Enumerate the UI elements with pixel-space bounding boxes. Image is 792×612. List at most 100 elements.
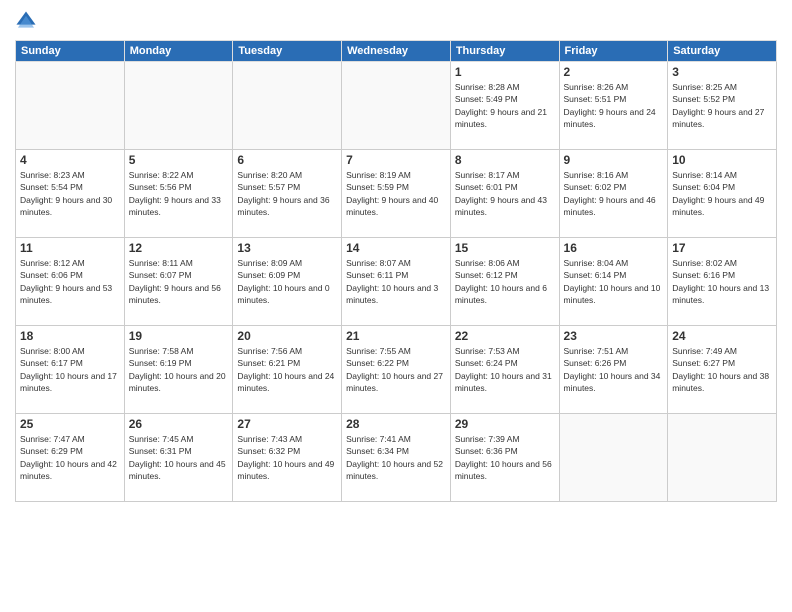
day-number: 19 [129, 329, 229, 343]
day-info: Sunrise: 8:22 AM Sunset: 5:56 PM Dayligh… [129, 169, 229, 218]
calendar-cell: 3 Sunrise: 8:25 AM Sunset: 5:52 PM Daylig… [668, 62, 777, 150]
calendar-cell [559, 414, 668, 502]
day-info: Sunrise: 8:17 AM Sunset: 6:01 PM Dayligh… [455, 169, 555, 218]
calendar-cell: 15 Sunrise: 8:06 AM Sunset: 6:12 PM Dayli… [450, 238, 559, 326]
day-info: Sunrise: 8:11 AM Sunset: 6:07 PM Dayligh… [129, 257, 229, 306]
day-info: Sunrise: 7:58 AM Sunset: 6:19 PM Dayligh… [129, 345, 229, 394]
day-number: 21 [346, 329, 446, 343]
day-number: 18 [20, 329, 120, 343]
calendar-cell: 5 Sunrise: 8:22 AM Sunset: 5:56 PM Daylig… [124, 150, 233, 238]
day-info: Sunrise: 7:56 AM Sunset: 6:21 PM Dayligh… [237, 345, 337, 394]
calendar-cell: 21Sunrise: 7:55 AM Sunset: 6:22 PM Dayli… [342, 326, 451, 414]
calendar-cell: 13 Sunrise: 8:09 AM Sunset: 6:09 PM Dayli… [233, 238, 342, 326]
calendar-cell: 14 Sunrise: 8:07 AM Sunset: 6:11 PM Dayli… [342, 238, 451, 326]
day-of-week-header: Sunday [16, 41, 125, 62]
calendar-week-row: 18 Sunrise: 8:00 AM Sunset: 6:17 PM Dayli… [16, 326, 777, 414]
day-of-week-header: Thursday [450, 41, 559, 62]
calendar-week-row: 11 Sunrise: 8:12 AM Sunset: 6:06 PM Dayli… [16, 238, 777, 326]
day-number: 15 [455, 241, 555, 255]
day-number: 3 [672, 65, 772, 79]
calendar-cell: 18 Sunrise: 8:00 AM Sunset: 6:17 PM Dayli… [16, 326, 125, 414]
calendar-cell: 11 Sunrise: 8:12 AM Sunset: 6:06 PM Dayli… [16, 238, 125, 326]
day-info: Sunrise: 8:07 AM Sunset: 6:11 PM Dayligh… [346, 257, 446, 306]
day-number: 17 [672, 241, 772, 255]
day-info: Sunrise: 8:14 AM Sunset: 6:04 PM Dayligh… [672, 169, 772, 218]
calendar-cell: 24Sunrise: 7:49 AM Sunset: 6:27 PM Dayli… [668, 326, 777, 414]
day-number: 6 [237, 153, 337, 167]
day-number: 10 [672, 153, 772, 167]
day-number: 8 [455, 153, 555, 167]
day-number: 13 [237, 241, 337, 255]
calendar-cell: 16 Sunrise: 8:04 AM Sunset: 6:14 PM Dayli… [559, 238, 668, 326]
day-info: Sunrise: 8:04 AM Sunset: 6:14 PM Dayligh… [564, 257, 664, 306]
day-number: 24 [672, 329, 772, 343]
day-number: 23 [564, 329, 664, 343]
day-number: 20 [237, 329, 337, 343]
calendar-cell: 23 Sunrise: 7:51 AM Sunset: 6:26 PM Dayli… [559, 326, 668, 414]
calendar-cell: 1 Sunrise: 8:28 AM Sunset: 5:49 PM Daylig… [450, 62, 559, 150]
day-info: Sunrise: 8:26 AM Sunset: 5:51 PM Dayligh… [564, 81, 664, 130]
calendar-cell: 12Sunrise: 8:11 AM Sunset: 6:07 PM Dayli… [124, 238, 233, 326]
day-number: 4 [20, 153, 120, 167]
day-info: Sunrise: 7:45 AM Sunset: 6:31 PM Dayligh… [129, 433, 229, 482]
day-info: Sunrise: 8:12 AM Sunset: 6:06 PM Dayligh… [20, 257, 120, 306]
day-info: Sunrise: 8:00 AM Sunset: 6:17 PM Dayligh… [20, 345, 120, 394]
day-number: 5 [129, 153, 229, 167]
day-info: Sunrise: 7:47 AM Sunset: 6:29 PM Dayligh… [20, 433, 120, 482]
day-info: Sunrise: 7:39 AM Sunset: 6:36 PM Dayligh… [455, 433, 555, 482]
day-info: Sunrise: 8:06 AM Sunset: 6:12 PM Dayligh… [455, 257, 555, 306]
day-number: 27 [237, 417, 337, 431]
calendar-cell: 8 Sunrise: 8:17 AM Sunset: 6:01 PM Daylig… [450, 150, 559, 238]
calendar-table: SundayMondayTuesdayWednesdayThursdayFrid… [15, 40, 777, 502]
calendar-cell [124, 62, 233, 150]
calendar-cell: 2 Sunrise: 8:26 AM Sunset: 5:51 PM Daylig… [559, 62, 668, 150]
day-number: 28 [346, 417, 446, 431]
day-info: Sunrise: 8:09 AM Sunset: 6:09 PM Dayligh… [237, 257, 337, 306]
day-info: Sunrise: 8:28 AM Sunset: 5:49 PM Dayligh… [455, 81, 555, 130]
calendar-cell [16, 62, 125, 150]
calendar-cell: 25 Sunrise: 7:47 AM Sunset: 6:29 PM Dayli… [16, 414, 125, 502]
day-of-week-header: Tuesday [233, 41, 342, 62]
day-number: 16 [564, 241, 664, 255]
day-info: Sunrise: 7:41 AM Sunset: 6:34 PM Dayligh… [346, 433, 446, 482]
calendar-cell: 28 Sunrise: 7:41 AM Sunset: 6:34 PM Dayli… [342, 414, 451, 502]
calendar-cell [233, 62, 342, 150]
day-info: Sunrise: 8:20 AM Sunset: 5:57 PM Dayligh… [237, 169, 337, 218]
calendar-cell: 19 Sunrise: 7:58 AM Sunset: 6:19 PM Dayli… [124, 326, 233, 414]
calendar-cell: 6 Sunrise: 8:20 AM Sunset: 5:57 PM Daylig… [233, 150, 342, 238]
calendar-cell: 7 Sunrise: 8:19 AM Sunset: 5:59 PM Daylig… [342, 150, 451, 238]
calendar-cell: 4Sunrise: 8:23 AM Sunset: 5:54 PM Daylig… [16, 150, 125, 238]
day-number: 7 [346, 153, 446, 167]
calendar-cell: 27 Sunrise: 7:43 AM Sunset: 6:32 PM Dayli… [233, 414, 342, 502]
day-info: Sunrise: 8:02 AM Sunset: 6:16 PM Dayligh… [672, 257, 772, 306]
day-info: Sunrise: 8:25 AM Sunset: 5:52 PM Dayligh… [672, 81, 772, 130]
day-info: Sunrise: 7:53 AM Sunset: 6:24 PM Dayligh… [455, 345, 555, 394]
calendar-cell [668, 414, 777, 502]
calendar-cell: 29Sunrise: 7:39 AM Sunset: 6:36 PM Dayli… [450, 414, 559, 502]
calendar-cell: 9Sunrise: 8:16 AM Sunset: 6:02 PM Daylig… [559, 150, 668, 238]
day-of-week-header: Wednesday [342, 41, 451, 62]
day-number: 11 [20, 241, 120, 255]
calendar-cell [342, 62, 451, 150]
calendar-cell: 10 Sunrise: 8:14 AM Sunset: 6:04 PM Dayli… [668, 150, 777, 238]
day-number: 1 [455, 65, 555, 79]
day-info: Sunrise: 7:51 AM Sunset: 6:26 PM Dayligh… [564, 345, 664, 394]
day-number: 25 [20, 417, 120, 431]
day-of-week-header: Friday [559, 41, 668, 62]
day-number: 22 [455, 329, 555, 343]
logo-icon [15, 10, 37, 32]
day-of-week-header: Monday [124, 41, 233, 62]
calendar-header-row: SundayMondayTuesdayWednesdayThursdayFrid… [16, 41, 777, 62]
day-info: Sunrise: 7:43 AM Sunset: 6:32 PM Dayligh… [237, 433, 337, 482]
day-info: Sunrise: 8:16 AM Sunset: 6:02 PM Dayligh… [564, 169, 664, 218]
logo [15, 10, 41, 32]
calendar-week-row: 1 Sunrise: 8:28 AM Sunset: 5:49 PM Daylig… [16, 62, 777, 150]
page-header [15, 10, 777, 32]
calendar-cell: 17 Sunrise: 8:02 AM Sunset: 6:16 PM Dayli… [668, 238, 777, 326]
day-number: 14 [346, 241, 446, 255]
day-info: Sunrise: 8:19 AM Sunset: 5:59 PM Dayligh… [346, 169, 446, 218]
calendar-cell: 20 Sunrise: 7:56 AM Sunset: 6:21 PM Dayli… [233, 326, 342, 414]
calendar-cell: 26 Sunrise: 7:45 AM Sunset: 6:31 PM Dayli… [124, 414, 233, 502]
day-number: 2 [564, 65, 664, 79]
day-number: 26 [129, 417, 229, 431]
